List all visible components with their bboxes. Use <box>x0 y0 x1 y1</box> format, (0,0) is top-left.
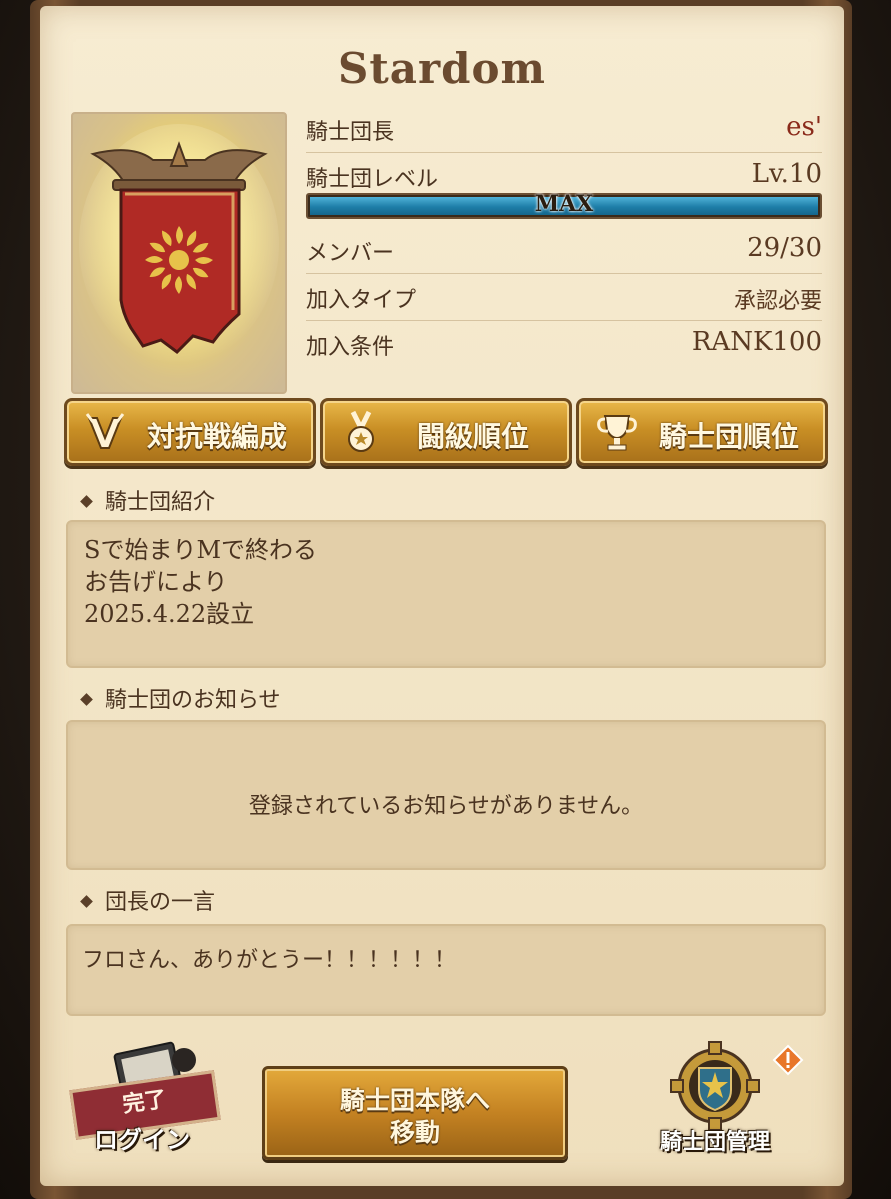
leader-comment-text: フロさん、ありがとうー！！！！！！ <box>82 948 457 973</box>
intro-line: お告げにより <box>84 568 228 596</box>
level-progress-bar: MAX <box>306 191 822 223</box>
notice-empty-message: 登録されているお知らせがありません。 <box>248 794 644 819</box>
info-row-join-type: 加入タイプ 承認必要 <box>306 274 822 321</box>
info-row-join-condition: 加入条件 RANK100 <box>306 321 822 367</box>
intro-panel: Sで始まりMで終わる お告げにより 2025.4.22設立 <box>66 520 826 668</box>
battle-rank-button[interactable]: 闘級順位 <box>320 398 572 466</box>
action-buttons: 対抗戦編成 闘級順位 騎士団順位 <box>64 398 836 470</box>
notice-panel: 登録されているお知らせがありません。 <box>66 720 826 870</box>
gear-shield-icon <box>670 1041 760 1130</box>
intro-heading: 騎士団紹介 <box>80 484 216 516</box>
banner-emblem-icon <box>79 124 279 364</box>
info-value: es' <box>786 112 822 142</box>
diamond-bullet-icon <box>80 894 93 908</box>
battle-rank-label: 闘級順位 <box>416 420 529 453</box>
vs-icon <box>85 413 125 449</box>
move-button-line2: 移動 <box>389 1118 440 1147</box>
notice-heading-text: 騎士団のお知らせ <box>105 688 281 713</box>
guild-rank-label: 騎士団順位 <box>658 420 799 453</box>
info-key: 加入タイプ <box>306 288 417 313</box>
guild-rank-button[interactable]: 騎士団順位 <box>576 398 828 466</box>
leader-comment-panel: フロさん、ありがとうー！！！！！！ <box>66 924 826 1016</box>
trophy-icon <box>597 415 637 451</box>
login-label: ログイン <box>94 1126 190 1154</box>
info-value: Lv.10 <box>751 159 822 189</box>
info-value: 29/30 <box>747 233 822 263</box>
leader-comment-heading: 団長の一言 <box>80 884 216 916</box>
notice-heading: 騎士団のお知らせ <box>80 682 281 714</box>
guild-management-label: 騎士団管理 <box>659 1130 770 1155</box>
intro-heading-text: 騎士団紹介 <box>105 490 216 515</box>
guild-emblem <box>71 112 287 394</box>
move-to-main-guild-button[interactable]: 騎士団本隊へ 移動 <box>262 1066 568 1160</box>
info-row-members: メンバー 29/30 <box>306 227 822 274</box>
versus-formation-button[interactable]: 対抗戦編成 <box>64 398 316 466</box>
alert-icon <box>772 1044 804 1076</box>
level-bar-label: MAX <box>534 191 594 217</box>
guild-name: Stardom <box>338 44 546 93</box>
info-value: RANK100 <box>691 327 822 357</box>
medal-icon <box>348 410 374 452</box>
info-key: 騎士団レベル <box>306 167 439 192</box>
info-key: メンバー <box>306 241 395 266</box>
move-button-line1: 騎士団本隊へ <box>339 1086 490 1115</box>
info-key: 騎士団長 <box>306 120 395 145</box>
intro-line: 2025.4.22設立 <box>84 600 255 628</box>
intro-line: Sで始まりMで終わる <box>84 536 318 564</box>
versus-formation-label: 対抗戦編成 <box>146 420 287 453</box>
guild-management-button[interactable]: 騎士団管理 <box>640 1040 804 1160</box>
info-value: 承認必要 <box>733 289 822 314</box>
guild-info-panel: Stardom 騎士団長 es' 騎士団レベル Lv.10 MAX メンバー 2… <box>40 6 844 1186</box>
diamond-bullet-icon <box>80 692 93 706</box>
diamond-bullet-icon <box>80 494 93 508</box>
info-key: 加入条件 <box>306 335 395 360</box>
guild-info-list: 騎士団長 es' 騎士団レベル Lv.10 MAX メンバー 29/30 加入タ… <box>306 106 822 367</box>
info-row-leader: 騎士団長 es' <box>306 106 822 153</box>
login-bonus-button[interactable]: 完了 ログイン <box>64 1040 234 1160</box>
leader-comment-heading-text: 団長の一言 <box>105 890 216 915</box>
